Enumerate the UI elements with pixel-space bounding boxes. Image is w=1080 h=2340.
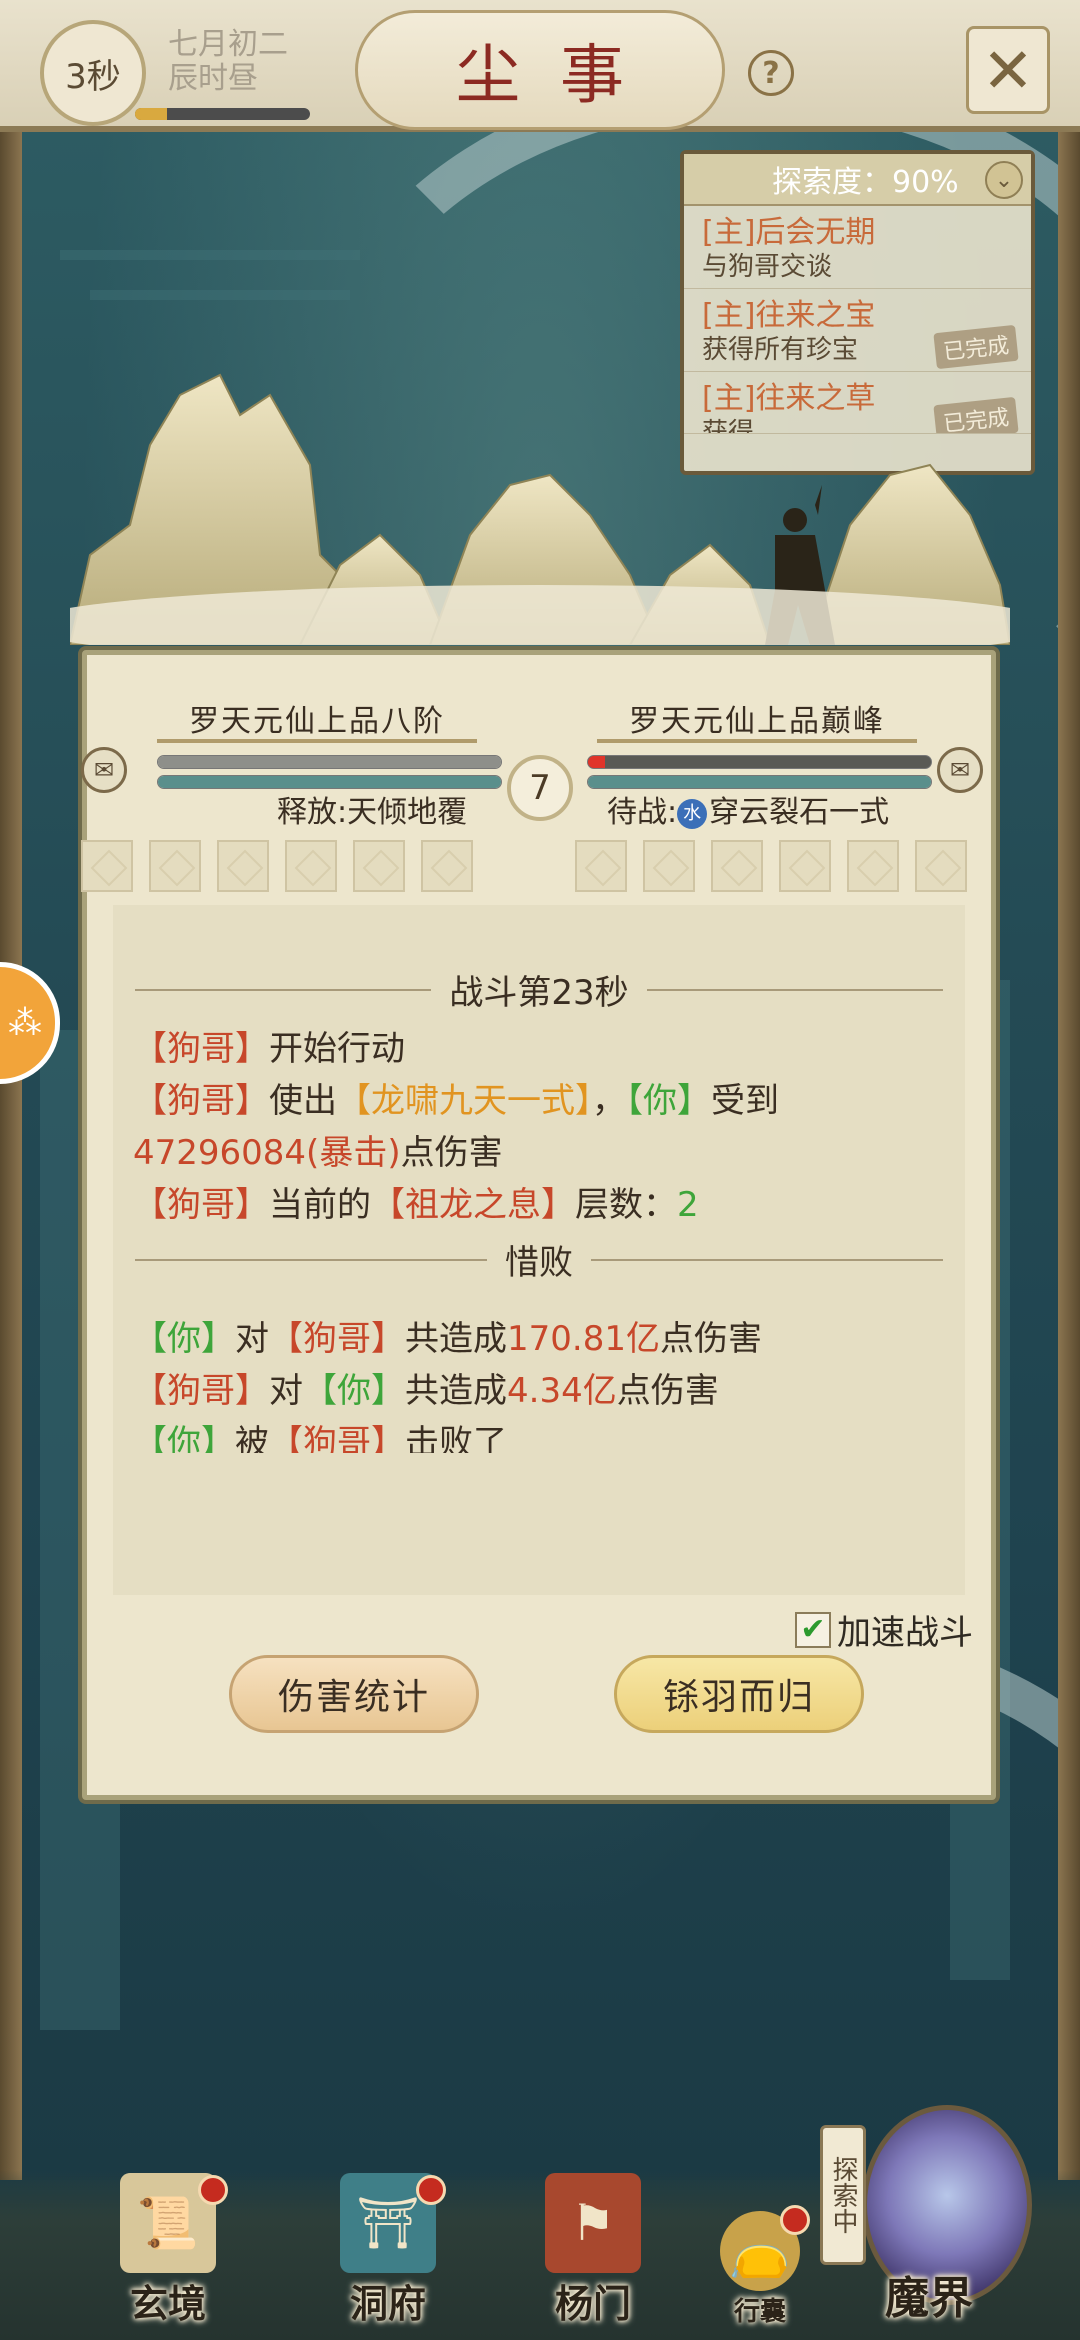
explore-label: 探索度：90%	[772, 165, 959, 200]
speed-checkbox[interactable]: ✔	[795, 1611, 831, 1648]
date-period: 辰时昼	[168, 61, 258, 96]
notification-dot	[780, 2205, 810, 2235]
quest-title: [主]后会无期	[702, 215, 876, 250]
player-skill: 释放:天倾地覆	[277, 795, 468, 830]
player-realm-name: 罗天元仙上品八阶	[157, 697, 477, 743]
player-buff-slot	[353, 840, 405, 892]
page-title: 尘事	[355, 10, 725, 130]
enemy-hp-fill	[588, 756, 606, 768]
enemy-skill: 待战: 水穿云裂石一式	[607, 787, 889, 831]
enemy-realm-name: 罗天元仙上品巅峰	[597, 697, 917, 743]
enemy-buff-slot	[643, 840, 695, 892]
round-badge: 7	[507, 755, 573, 821]
nav-label: 行囊	[733, 2297, 786, 2327]
quest-item[interactable]: [主]后会无期 与狗哥交谈	[684, 206, 1031, 289]
game-date: 七月初二 辰时昼	[168, 28, 288, 96]
speed-up-toggle[interactable]: ✔ 加速战斗	[795, 1605, 973, 1654]
mountain-landscape	[70, 373, 1010, 645]
date-lunar: 七月初二	[168, 27, 288, 62]
enemy-buff-slot	[575, 840, 627, 892]
enemy-skill-name: 穿云裂石一式	[709, 795, 890, 830]
enemy-buff-slot	[847, 840, 899, 892]
result-divider: 惜败	[135, 1235, 943, 1284]
water-element-icon: 水	[677, 798, 708, 829]
player-buff-slot	[285, 840, 337, 892]
nav-label: 洞府	[349, 2281, 426, 2326]
enemy-buff-slot	[711, 840, 763, 892]
battle-log[interactable]: 战斗第23秒 【狗哥】开始行动 【狗哥】使出【龙啸九天一式】，【你】受到 472…	[113, 905, 965, 1595]
day-progress-bar	[135, 108, 310, 120]
close-button[interactable]: ✕	[966, 26, 1050, 114]
player-buff-slot	[149, 840, 201, 892]
log-line: 【狗哥】使出【龙啸九天一式】，【你】受到	[133, 1081, 779, 1121]
enemy-hp-bar	[587, 755, 932, 769]
player-buff-slot	[217, 840, 269, 892]
nav-item-xuanjing[interactable]: 📜 玄境	[120, 2173, 228, 2328]
summary-line: 【你】对【狗哥】共造成170.81亿点伤害	[133, 1319, 762, 1359]
enemy-scroll-icon[interactable]: ✉	[937, 747, 983, 793]
battle-panel: 罗天元仙上品八阶 罗天元仙上品巅峰 ✉ ✉ 7 释放:天倾地覆 待战: 水穿云裂石…	[81, 650, 996, 1800]
speed-label: 加速战斗	[837, 1613, 973, 1653]
exploring-tag: 探索中	[820, 2125, 866, 2265]
log-line: 47296084(暴击)点伤害	[133, 1133, 503, 1173]
player-buff-slot	[81, 840, 133, 892]
nav-item-xingnang[interactable]: 👝 行囊	[720, 2205, 810, 2328]
top-bar: 3秒 七月初二 辰时昼 尘事 ? ✕	[0, 0, 1080, 132]
timer-badge: 3秒	[40, 20, 146, 126]
player-hp-bar	[157, 755, 502, 769]
notification-dot	[416, 2175, 446, 2205]
retreat-button[interactable]: 铩羽而归	[614, 1655, 864, 1733]
result-label: 惜败	[505, 1243, 573, 1283]
nav-item-dongfu[interactable]: ⛩ 洞府	[340, 2173, 446, 2328]
left-frame	[0, 130, 22, 2180]
right-frame	[1058, 130, 1080, 2180]
nav-label: 玄境	[129, 2281, 206, 2326]
enemy-buff-slot	[779, 840, 831, 892]
time-divider: 战斗第23秒	[135, 965, 944, 1014]
notification-dot	[198, 2175, 228, 2205]
nav-label-mojie[interactable]: 魔界	[885, 2262, 973, 2326]
summary-line: 【狗哥】对【你】共造成4.34亿点伤害	[133, 1371, 719, 1411]
time-divider-label: 战斗第23秒	[449, 973, 629, 1013]
enemy-skill-prefix: 待战:	[607, 795, 678, 830]
player-hp-fill	[158, 756, 501, 768]
day-progress-fill	[135, 108, 167, 120]
quest-desc: 与狗哥交谈	[702, 252, 833, 282]
chevron-down-icon[interactable]: ⌄	[985, 161, 1023, 199]
summary-line: 【你】被【狗哥】击败了	[133, 1423, 507, 1453]
nav-item-yangmen[interactable]: ⚑ 杨门	[545, 2173, 641, 2328]
log-line: 【狗哥】当前的【祖龙之息】层数：2	[133, 1185, 699, 1225]
log-line: 【狗哥】开始行动	[133, 1029, 405, 1069]
damage-stats-button[interactable]: 伤害统计	[229, 1655, 479, 1733]
banner-icon: ⚑	[545, 2173, 641, 2273]
enemy-buff-slot	[915, 840, 967, 892]
player-scroll-icon[interactable]: ✉	[81, 747, 127, 793]
player-buff-slot	[421, 840, 473, 892]
nav-label: 杨门	[554, 2281, 631, 2326]
explore-progress: 探索度：90% ⌄	[684, 154, 1031, 206]
help-icon[interactable]: ?	[748, 50, 794, 96]
